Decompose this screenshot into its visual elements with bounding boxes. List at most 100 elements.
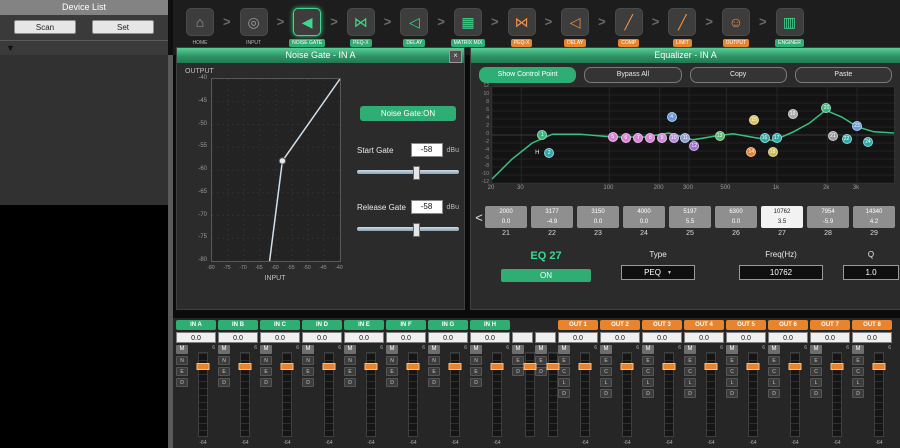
q-value[interactable]: 1.0 xyxy=(843,265,899,280)
channel-label[interactable]: IN D xyxy=(302,320,342,330)
process-button-d[interactable]: D xyxy=(642,389,654,398)
channel-fader[interactable]: 6-64 xyxy=(740,345,766,446)
process-button-l[interactable]: L xyxy=(768,378,780,387)
channel-label[interactable]: OUT 2 xyxy=(600,320,640,330)
process-button-n[interactable]: N xyxy=(428,356,440,365)
fader-thumb[interactable] xyxy=(449,363,462,370)
mute-button[interactable]: M xyxy=(386,345,398,354)
fader-thumb[interactable] xyxy=(281,363,294,370)
channel-label[interactable]: OUT 4 xyxy=(684,320,724,330)
device-tree-row[interactable]: ▼ xyxy=(0,41,168,55)
channel-gain-value[interactable]: 0.0 xyxy=(344,332,384,343)
start-gate-slider-track[interactable] xyxy=(357,170,459,174)
mute-button[interactable]: M xyxy=(810,345,822,354)
process-button-c[interactable]: C xyxy=(768,367,780,376)
fader-thumb[interactable] xyxy=(197,363,210,370)
mute-button[interactable]: M xyxy=(558,345,570,354)
fader-thumb[interactable] xyxy=(239,363,252,370)
freq-value[interactable]: 10762 xyxy=(739,265,823,280)
eq-band-cell-21[interactable]: 20000.021 xyxy=(485,206,527,237)
eq-band-cell-25[interactable]: 51975.525 xyxy=(669,206,711,237)
process-button-d[interactable]: D xyxy=(302,378,314,387)
mute-button[interactable]: M xyxy=(600,345,612,354)
process-button-n[interactable]: N xyxy=(302,356,314,365)
channel-label[interactable]: OUT 1 xyxy=(558,320,598,330)
toolbar-item-input[interactable]: ◎INPUT xyxy=(231,8,277,47)
release-gate-slider-thumb[interactable] xyxy=(413,223,420,237)
process-button-l[interactable]: L xyxy=(684,378,696,387)
fader-thumb[interactable] xyxy=(323,363,336,370)
process-button-d[interactable]: D xyxy=(684,389,696,398)
process-button-l[interactable]: L xyxy=(642,378,654,387)
process-button-e[interactable]: E xyxy=(810,356,822,365)
toolbar-item-home[interactable]: ⌂HOME xyxy=(177,8,223,47)
process-button-n[interactable]: N xyxy=(218,356,230,365)
process-button-c[interactable]: C xyxy=(642,367,654,376)
mute-button[interactable]: M xyxy=(852,345,864,354)
eq-band-cell-29[interactable]: 143404.229 xyxy=(853,206,895,237)
process-button-e[interactable]: E xyxy=(302,367,314,376)
type-dropdown[interactable]: PEQ ▼ xyxy=(621,265,695,280)
paste-button[interactable]: Paste xyxy=(795,67,892,83)
start-gate-value[interactable]: -58 xyxy=(411,143,443,157)
channel-label[interactable]: IN B xyxy=(218,320,258,330)
channel-gain-value[interactable]: 0.0 xyxy=(470,332,510,343)
process-button-c[interactable]: C xyxy=(726,367,738,376)
mute-button[interactable]: M xyxy=(176,345,188,354)
process-button-c[interactable]: C xyxy=(810,367,822,376)
process-button-e[interactable]: E xyxy=(176,367,188,376)
fader-thumb[interactable] xyxy=(365,363,378,370)
mute-button[interactable]: M xyxy=(260,345,272,354)
process-button-l[interactable]: L xyxy=(852,378,864,387)
channel-label[interactable]: IN H xyxy=(470,320,510,330)
mute-button[interactable]: M xyxy=(512,345,524,354)
eq-point-16[interactable]: 16 xyxy=(760,133,770,143)
process-button-d[interactable]: D xyxy=(260,378,272,387)
start-gate-slider-thumb[interactable] xyxy=(413,166,420,180)
bypass-all-button[interactable]: Bypass All xyxy=(584,67,681,83)
process-button-d[interactable]: D xyxy=(768,389,780,398)
fader-thumb[interactable] xyxy=(621,363,634,370)
channel-fader[interactable]: 6-64 xyxy=(782,345,808,446)
process-button-d[interactable]: D xyxy=(176,378,188,387)
process-button-l[interactable]: L xyxy=(726,378,738,387)
process-button-n[interactable]: N xyxy=(470,356,482,365)
channel-fader[interactable]: 6-64 xyxy=(358,345,384,446)
mute-button[interactable]: M xyxy=(768,345,780,354)
process-button-d[interactable]: D xyxy=(428,378,440,387)
eq-point-15[interactable]: 15 xyxy=(749,115,759,125)
process-button-c[interactable]: C xyxy=(684,367,696,376)
channel-gain-value[interactable]: 0.0 xyxy=(684,332,724,343)
process-button-e[interactable]: E xyxy=(852,356,864,365)
channel-label[interactable]: OUT 3 xyxy=(642,320,682,330)
process-button-l[interactable]: L xyxy=(600,378,612,387)
channel-gain-value[interactable]: 0.0 xyxy=(428,332,468,343)
eq-point-17[interactable]: 17 xyxy=(772,133,782,143)
mute-button[interactable]: M xyxy=(428,345,440,354)
eq-point-23[interactable]: 23 xyxy=(852,121,862,131)
channel-gain-value[interactable] xyxy=(535,332,556,343)
set-button[interactable]: Set xyxy=(92,20,154,34)
toolbar-item-limit[interactable]: ╱LIMIT xyxy=(659,8,705,47)
fader-thumb[interactable] xyxy=(831,363,844,370)
channel-fader[interactable]: 6-64 xyxy=(316,345,342,446)
mute-button[interactable]: M xyxy=(218,345,230,354)
process-button-e[interactable]: E xyxy=(558,356,570,365)
eq-band-cell-24[interactable]: 40000.024 xyxy=(623,206,665,237)
release-gate-value[interactable]: -58 xyxy=(411,200,443,214)
channel-fader[interactable]: 6-64 xyxy=(274,345,300,446)
toolbar-item-peq-x[interactable]: ⋈PEQ-X xyxy=(338,8,384,47)
process-button-d[interactable]: D xyxy=(810,389,822,398)
process-button-d[interactable]: D xyxy=(470,378,482,387)
eq-point-6[interactable]: 6 xyxy=(621,133,631,143)
process-button-d[interactable]: D xyxy=(726,389,738,398)
eq-point-4[interactable]: 4 xyxy=(667,112,677,122)
process-button-e[interactable]: E xyxy=(470,367,482,376)
eq-band-cell-26[interactable]: 63000.026 xyxy=(715,206,757,237)
process-button-n[interactable]: N xyxy=(176,356,188,365)
eq-on-button[interactable]: ON xyxy=(501,269,591,282)
channel-label[interactable]: IN A xyxy=(176,320,216,330)
process-button-d[interactable]: D xyxy=(218,378,230,387)
channel-gain-value[interactable]: 0.0 xyxy=(558,332,598,343)
mute-button[interactable]: M xyxy=(302,345,314,354)
